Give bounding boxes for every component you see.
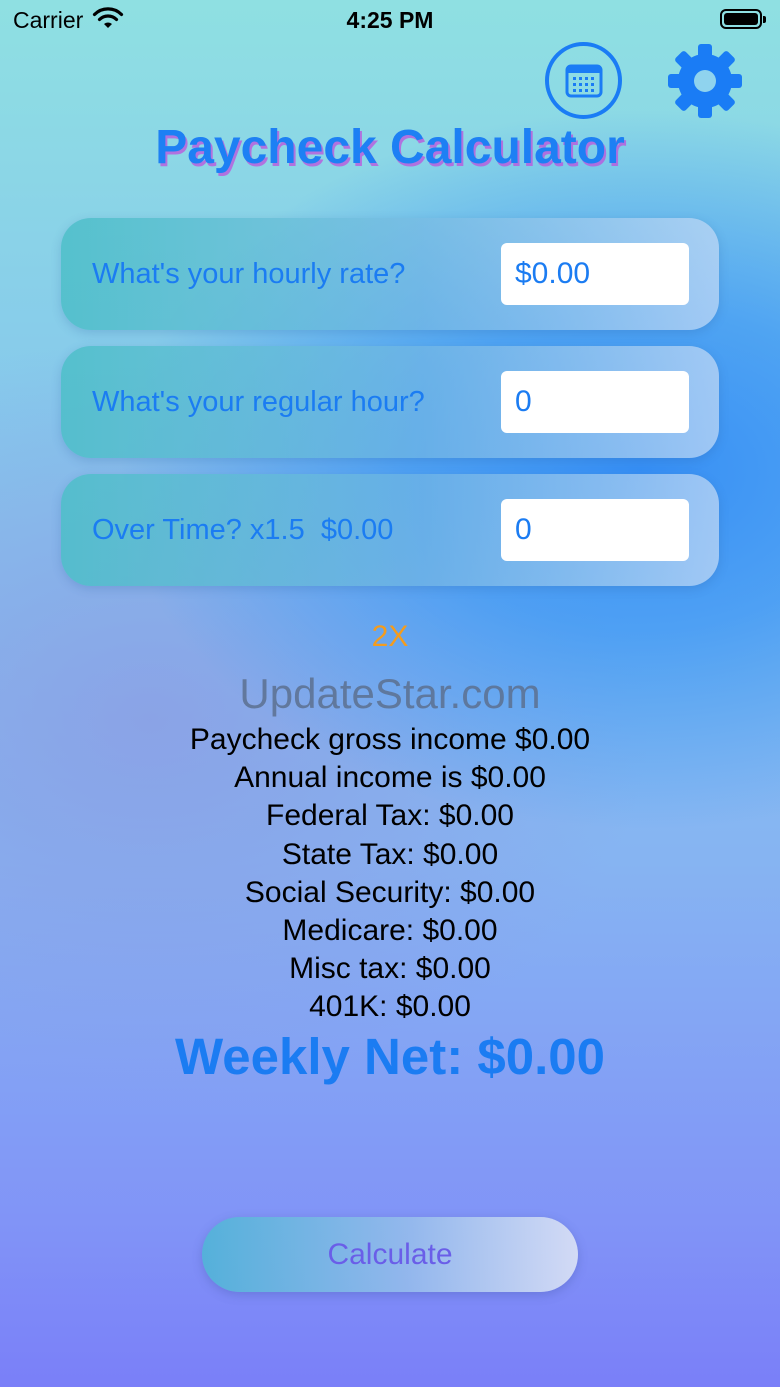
regular-hours-label: What's your regular hour?: [92, 386, 425, 418]
hourly-rate-label: What's your hourly rate?: [92, 258, 406, 290]
calendar-button[interactable]: [545, 42, 622, 119]
401k-text: 401K: $0.00: [309, 990, 471, 1024]
page-title: Paycheck Calculator: [155, 121, 625, 174]
hourly-rate-card: What's your hourly rate?: [61, 218, 719, 330]
status-bar: Carrier 4:25 PM: [0, 0, 780, 40]
battery-icon: [720, 9, 766, 29]
regular-hours-input[interactable]: [501, 371, 689, 433]
overtime-card: Over Time? x1.5 $0.00: [61, 474, 719, 586]
calendar-icon: [565, 64, 602, 97]
status-time: 4:25 PM: [346, 7, 434, 33]
overtime-label: Over Time? x1.5 $0.00: [92, 514, 394, 546]
federal-tax-text: Federal Tax: $0.00: [266, 799, 514, 833]
misc-tax-text: Misc tax: $0.00: [289, 952, 491, 986]
calculate-button[interactable]: Calculate: [202, 1217, 578, 1292]
weekly-net-text: Weekly Net: $0.00: [175, 1028, 605, 1085]
annual-income-text: Annual income is $0.00: [234, 761, 546, 795]
overtime-multiplier-toggle[interactable]: 2X: [0, 620, 780, 654]
watermark: UpdateStar.com: [239, 670, 541, 717]
state-tax-text: State Tax: $0.00: [281, 837, 499, 871]
overtime-hours-input[interactable]: [501, 499, 689, 561]
hourly-rate-input[interactable]: [501, 243, 689, 305]
results-panel: Paycheck gross income $0.00 Annual incom…: [0, 721, 780, 1027]
gear-icon: [668, 44, 742, 118]
regular-hours-card: What's your regular hour?: [61, 346, 719, 458]
settings-button[interactable]: [664, 40, 746, 122]
social-security-text: Social Security: $0.00: [244, 875, 536, 909]
gross-income-text: Paycheck gross income $0.00: [189, 723, 591, 756]
medicare-text: Medicare: $0.00: [282, 913, 498, 947]
